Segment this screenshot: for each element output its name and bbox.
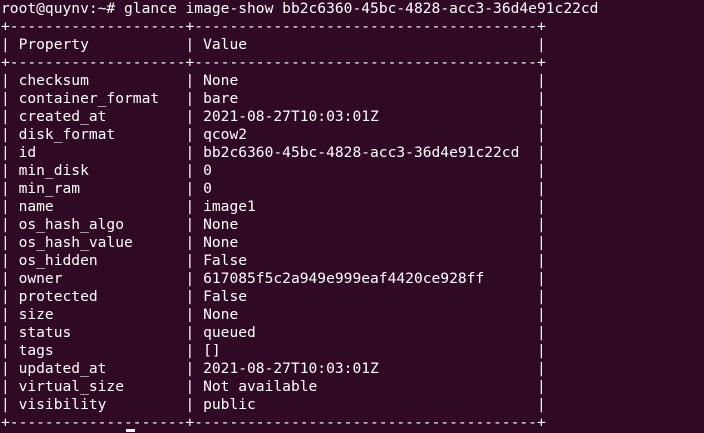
table-row: | updated_at | 2021-08-27T10:03:01Z | — [1, 360, 546, 377]
table-row: | id | bb2c6360-45bc-4828-acc3-36d4e91c2… — [1, 144, 546, 161]
table-row: | min_disk | 0 | — [1, 162, 546, 179]
table-header: | Property | Value | — [1, 36, 546, 53]
table-row: | container_format | bare | — [1, 90, 546, 107]
command-line: root@quynv:~# glance image-show bb2c6360… — [0, 0, 704, 18]
table-row: | name | image1 | — [1, 198, 546, 215]
table-row: | virtual_size | Not available | — [1, 378, 546, 395]
table-row: | os_hash_value | None | — [1, 234, 546, 251]
table-border-top: +--------------------+------------------… — [1, 18, 546, 35]
table-row: | created_at | 2021-08-27T10:03:01Z | — [1, 108, 546, 125]
table-border-bottom: +--------------------+------------------… — [1, 414, 546, 431]
command-text: glance image-show bb2c6360-45bc-4828-acc… — [124, 0, 599, 17]
shell-prompt: root@quynv:~# — [1, 0, 125, 17]
table-row: | status | queued | — [1, 324, 546, 341]
table-row: | checksum | None | — [1, 72, 546, 89]
table-row: | visibility | public | — [1, 396, 546, 413]
table-row: | os_hash_algo | None | — [1, 216, 546, 233]
terminal-window[interactable]: root@quynv:~# glance image-show bb2c6360… — [0, 0, 704, 433]
table-row: | size | None | — [1, 306, 546, 323]
table-border-middle: +--------------------+------------------… — [1, 54, 546, 71]
table-row: | protected | False | — [1, 288, 546, 305]
table-row: | disk_format | qcow2 | — [1, 126, 546, 143]
table-row: | os_hidden | False | — [1, 252, 546, 269]
table-row: | min_ram | 0 | — [1, 180, 546, 197]
table-row: | owner | 617085f5c2a949e999eaf4420ce928… — [1, 270, 546, 287]
text-cursor — [126, 429, 135, 432]
table-row: | tags | [] | — [1, 342, 546, 359]
